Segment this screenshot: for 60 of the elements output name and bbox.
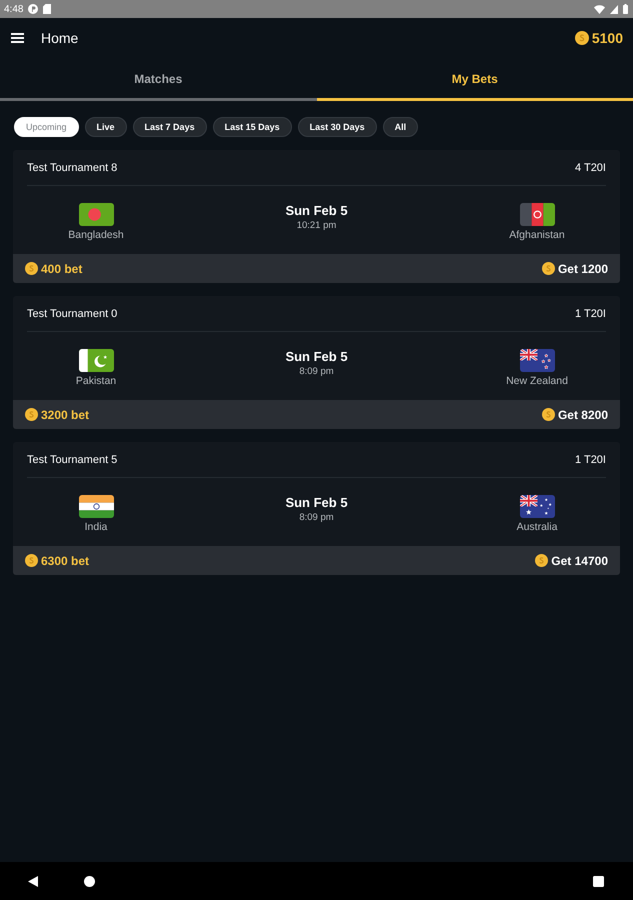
team-name: New Zealand xyxy=(506,375,568,388)
filter-chip[interactable]: Live xyxy=(84,117,127,137)
filter-chip[interactable]: Last 15 Days xyxy=(212,117,292,137)
team-name: India xyxy=(84,521,108,534)
team-name: Afghanistan xyxy=(509,229,565,242)
recents-icon[interactable] xyxy=(593,876,604,886)
circle-logo-icon xyxy=(28,4,38,14)
page-title: Home xyxy=(41,30,78,46)
sd-card-icon xyxy=(43,4,52,14)
stake-amount: 400 bet xyxy=(41,262,82,276)
team-name: Bangladesh xyxy=(68,229,124,242)
home-icon[interactable] xyxy=(84,876,95,886)
coin-icon xyxy=(535,554,548,567)
match-date: Sun Feb 5 xyxy=(285,495,348,511)
team-name: Australia xyxy=(516,521,558,534)
filter-chip[interactable]: Last 7 Days xyxy=(132,117,207,137)
payout-amount: Get 1200 xyxy=(558,262,608,276)
stake-amount: 3200 bet xyxy=(41,408,90,422)
match-date: Sun Feb 5 xyxy=(285,203,348,219)
battery-icon xyxy=(623,4,628,14)
filter-chip[interactable]: All xyxy=(382,117,418,137)
tab[interactable]: Matches xyxy=(0,57,316,101)
match-time: 10:21 pm xyxy=(296,219,336,233)
stake-amount: 6300 bet xyxy=(41,554,90,568)
flag-icon xyxy=(78,495,114,518)
coin-icon xyxy=(574,30,589,44)
wifi-icon xyxy=(594,4,605,14)
tab[interactable]: My Bets xyxy=(316,57,633,101)
coin-icon xyxy=(25,554,38,567)
match-number: 1 T20I xyxy=(575,308,606,320)
match-number: 4 T20I xyxy=(575,162,606,174)
payout-amount: Get 8200 xyxy=(558,408,608,422)
flag-icon xyxy=(520,495,554,518)
tournament-name: Test Tournament 8 xyxy=(27,162,118,174)
match-time: 8:09 pm xyxy=(299,365,334,379)
bet-card[interactable]: Test Tournament 8 4 T20I Bangladesh Sun Feb 5 10:21 pm Afghanistan 400 bet Get 1200 xyxy=(13,150,620,283)
tournament-name: Test Tournament 0 xyxy=(27,308,118,320)
coin-balance: 5100 xyxy=(592,30,623,46)
coin-icon xyxy=(542,262,555,275)
back-icon[interactable] xyxy=(28,876,38,886)
flag-icon xyxy=(520,349,554,372)
team-name: Pakistan xyxy=(76,375,116,388)
coin-icon xyxy=(25,408,38,421)
match-time: 8:09 pm xyxy=(299,511,334,525)
filter-chip[interactable]: Upcoming xyxy=(14,117,79,137)
match-number: 1 T20I xyxy=(575,454,606,466)
bet-card[interactable]: Test Tournament 0 1 T20I Pakistan Sun Feb 5 8:09 pm New Zealand 3200 bet Get 8200 xyxy=(13,296,620,429)
signal-icon xyxy=(610,4,618,14)
flag-icon xyxy=(78,349,114,372)
flag-icon xyxy=(78,203,114,226)
tournament-name: Test Tournament 5 xyxy=(27,454,118,466)
match-date: Sun Feb 5 xyxy=(285,349,348,365)
payout-amount: Get 14700 xyxy=(551,554,608,568)
menu-icon[interactable] xyxy=(11,32,24,42)
flag-icon xyxy=(520,203,554,226)
bet-card[interactable]: Test Tournament 5 1 T20I India Sun Feb 5 8:09 pm Australia 6300 bet Get 14700 xyxy=(13,442,620,575)
status-time: 4:48 xyxy=(4,4,24,14)
filter-chip[interactable]: Last 30 Days xyxy=(298,117,377,137)
coin-icon xyxy=(25,262,38,275)
coin-icon xyxy=(542,408,555,421)
